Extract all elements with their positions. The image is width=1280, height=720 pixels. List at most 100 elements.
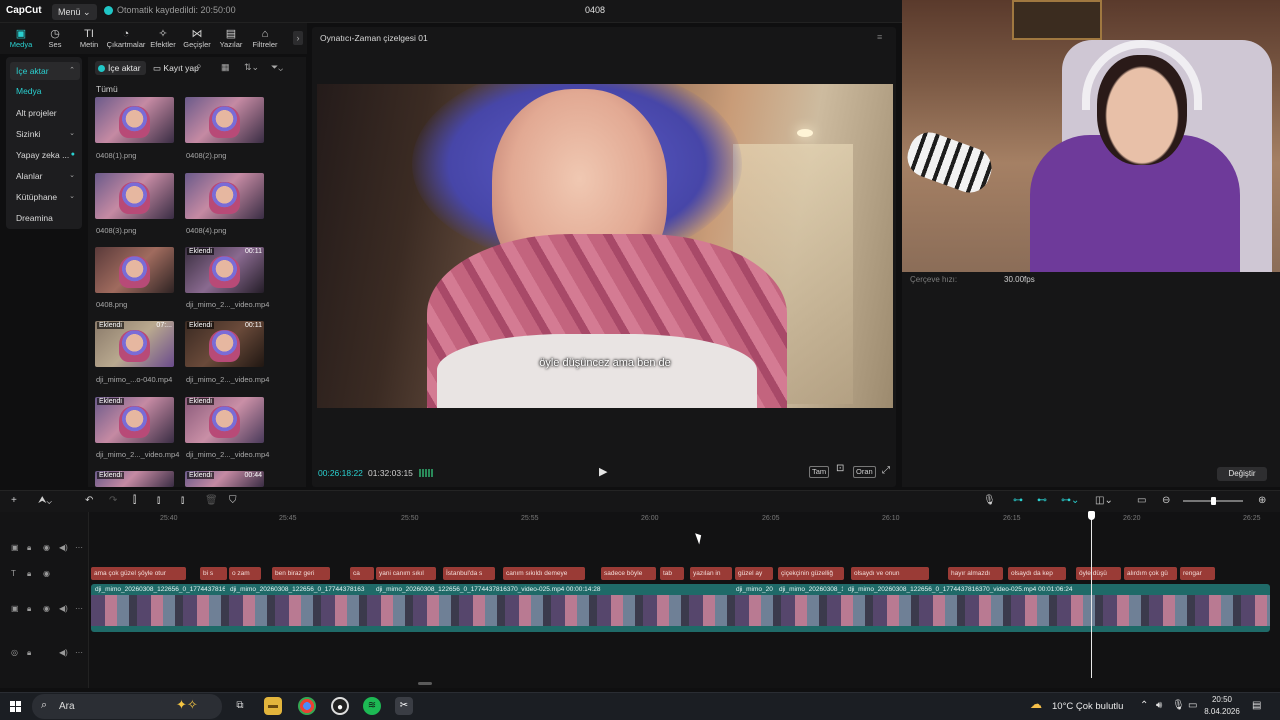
speaker-icon[interactable]: ◀︎) (59, 648, 68, 657)
chevron-right-icon[interactable]: › (293, 31, 303, 45)
undo-icon[interactable]: ↶ (85, 495, 93, 506)
subtitle-clip[interactable]: öyle düşü (1076, 567, 1121, 580)
sidebar-item-dreamina[interactable]: Dreamina (10, 209, 80, 227)
subtitle-clip[interactable]: İstanbul'da s (443, 567, 495, 580)
tab-captions[interactable]: ▤ Yazılar (214, 23, 248, 54)
speaker-icon[interactable]: ◀︎) (59, 604, 68, 613)
media-thumbnail[interactable] (95, 173, 174, 219)
subtitle-clip[interactable]: yazılan in (690, 567, 732, 580)
link-main-track-icon[interactable]: ⊶ (1013, 495, 1023, 506)
spotify-icon[interactable]: ≋ (363, 697, 381, 715)
network-icon[interactable]: ▭ (1188, 700, 1197, 711)
subtitle-clip[interactable]: güzel ay (735, 567, 773, 580)
eye-icon[interactable]: ◉ (43, 604, 50, 613)
record-button[interactable]: ▭ Kayıt yap (149, 61, 203, 75)
media-thumbnail[interactable]: Eklendi 00:44 (185, 471, 264, 487)
sidebar-item-spaces[interactable]: Alanlar ⌄ (10, 167, 80, 185)
subtitle-clip[interactable]: yani canım sıkıl (376, 567, 436, 580)
media-thumbnail[interactable]: Eklendi (95, 471, 174, 487)
grid-view-icon[interactable]: ▦ (221, 62, 230, 73)
weather-text[interactable]: 10°C Çok bulutlu (1052, 701, 1123, 712)
tab-media[interactable]: ▣ Medya (4, 23, 38, 54)
speaker-icon[interactable]: ◀︎) (59, 543, 68, 552)
sidebar-item-ai[interactable]: Yapay zeka ... ● (10, 146, 80, 164)
sidebar-item-subprojects[interactable]: Alt projeler (10, 104, 80, 122)
subtitle-clip[interactable]: rengar (1180, 567, 1215, 580)
media-thumbnail[interactable] (185, 173, 264, 219)
eye-icon[interactable]: ◉ (43, 569, 50, 578)
sidebar-item-media[interactable]: Medya (10, 82, 80, 100)
subtitle-clip[interactable]: hayır almazdı (948, 567, 1003, 580)
more-icon[interactable]: ··· (75, 604, 83, 613)
shield-icon[interactable]: ⛉ (229, 495, 237, 506)
more-icon[interactable]: ··· (75, 648, 83, 657)
more-icon[interactable]: ··· (75, 543, 83, 552)
trim-left-icon[interactable]: ⫾ (157, 495, 160, 506)
tab-filters[interactable]: ⌂ Filtreler (248, 23, 282, 54)
subtitle-overlay[interactable]: öyle düşüncez ama ben de (317, 357, 893, 369)
microphone-icon[interactable]: 🎙︎ (1172, 700, 1185, 711)
caption-icon[interactable]: ▭ (1137, 495, 1146, 506)
media-thumbnail[interactable] (95, 247, 174, 293)
chevron-up-icon[interactable]: ⌃ (1140, 700, 1148, 711)
media-thumbnail[interactable] (185, 97, 264, 143)
full-quality-button[interactable]: Tam (809, 466, 830, 478)
task-view-icon[interactable]: ⧉ (231, 697, 249, 715)
sort-icon[interactable]: ⇅⌄ (244, 62, 259, 73)
media-thumbnail[interactable]: Eklendi 07:... (95, 321, 174, 367)
subtitle-clip[interactable]: canım sıkıldı demeye (503, 567, 585, 580)
redo-icon[interactable]: ↷ (109, 495, 117, 506)
delete-icon[interactable]: 🗑 (205, 495, 218, 506)
filter-icon[interactable]: ⏷⌄ (271, 62, 283, 73)
lock-icon[interactable]: 🔒︎ (27, 648, 31, 658)
lock-icon[interactable]: 🔒︎ (27, 569, 31, 579)
file-explorer-icon[interactable]: ▬ (264, 697, 282, 715)
subtitle-clip[interactable]: ama çok güzel şöyle otur (91, 567, 186, 580)
sidebar-item-import[interactable]: İçe aktar ⌃ (10, 62, 80, 80)
volume-icon[interactable]: 🔊︎ (1156, 700, 1162, 711)
media-thumbnail[interactable]: Eklendi 00:11 (185, 247, 264, 293)
split-icon[interactable]: ⫿ (133, 495, 136, 506)
magnet-icon[interactable]: ⊷ (1037, 495, 1047, 506)
subtitle-clip[interactable]: alırdım çok gü (1124, 567, 1177, 580)
subtitle-clip[interactable]: ben biraz geri (272, 567, 330, 580)
horizontal-scrollbar[interactable] (418, 682, 432, 685)
zoom-in-icon[interactable]: ⊕ (1258, 495, 1266, 506)
lock-icon[interactable]: 🔒︎ (27, 543, 31, 553)
media-thumbnail[interactable]: Eklendi (185, 397, 264, 443)
cloud-icon[interactable]: ☁ (1030, 697, 1042, 711)
zoom-out-icon[interactable]: ⊖ (1162, 495, 1170, 506)
subtitle-clip[interactable]: sadece böyle (601, 567, 656, 580)
playhead-handle[interactable] (1088, 511, 1095, 520)
tab-stickers[interactable]: ◔ Çıkartmalar (106, 23, 146, 54)
plus-icon[interactable]: + (11, 495, 17, 506)
subtitle-clip[interactable]: ca (350, 567, 374, 580)
obs-icon[interactable]: ● (331, 697, 349, 715)
hamburger-icon[interactable]: ≡ (877, 32, 882, 42)
eye-icon[interactable]: ◉ (43, 543, 50, 552)
playhead[interactable] (1091, 512, 1092, 678)
fullscreen-icon[interactable]: ⤢ (882, 465, 890, 476)
capcut-icon[interactable]: ✂ (395, 697, 413, 715)
change-button[interactable]: Değiştir (1217, 467, 1267, 481)
media-thumbnail[interactable]: Eklendi 00:11 (185, 321, 264, 367)
preview-axis-icon[interactable]: ◫⌄ (1095, 495, 1113, 506)
windows-start-icon[interactable] (10, 701, 21, 712)
import-button[interactable]: İçe aktar (95, 61, 146, 75)
tab-transitions[interactable]: ⋈ Geçişler (180, 23, 214, 54)
tab-text[interactable]: TI Metin (72, 23, 106, 54)
subtitle-clip[interactable]: tab (660, 567, 684, 580)
menu-button[interactable]: Menü ⌄ (52, 4, 97, 20)
lock-icon[interactable]: 🔒︎ (27, 604, 31, 614)
select-tool-icon[interactable]: ⮝⌄ (38, 495, 52, 506)
subtitle-clip[interactable]: olsaydı da kep (1008, 567, 1066, 580)
sidebar-item-yours[interactable]: Sizinki ⌄ (10, 125, 80, 143)
sidebar-item-library[interactable]: Kütüphane ⌄ (10, 188, 80, 206)
zoom-slider-handle[interactable] (1211, 497, 1216, 505)
subtitle-clip[interactable]: bi s (200, 567, 227, 580)
notification-icon[interactable]: ▤ (1252, 700, 1261, 711)
trim-right-icon[interactable]: ⫾ (181, 495, 184, 506)
linkage-icon[interactable]: ⊶⌄ (1061, 495, 1079, 506)
screenshot-icon[interactable]: ⊡ (834, 464, 846, 474)
search-icon[interactable]: ⌕ (196, 61, 202, 72)
